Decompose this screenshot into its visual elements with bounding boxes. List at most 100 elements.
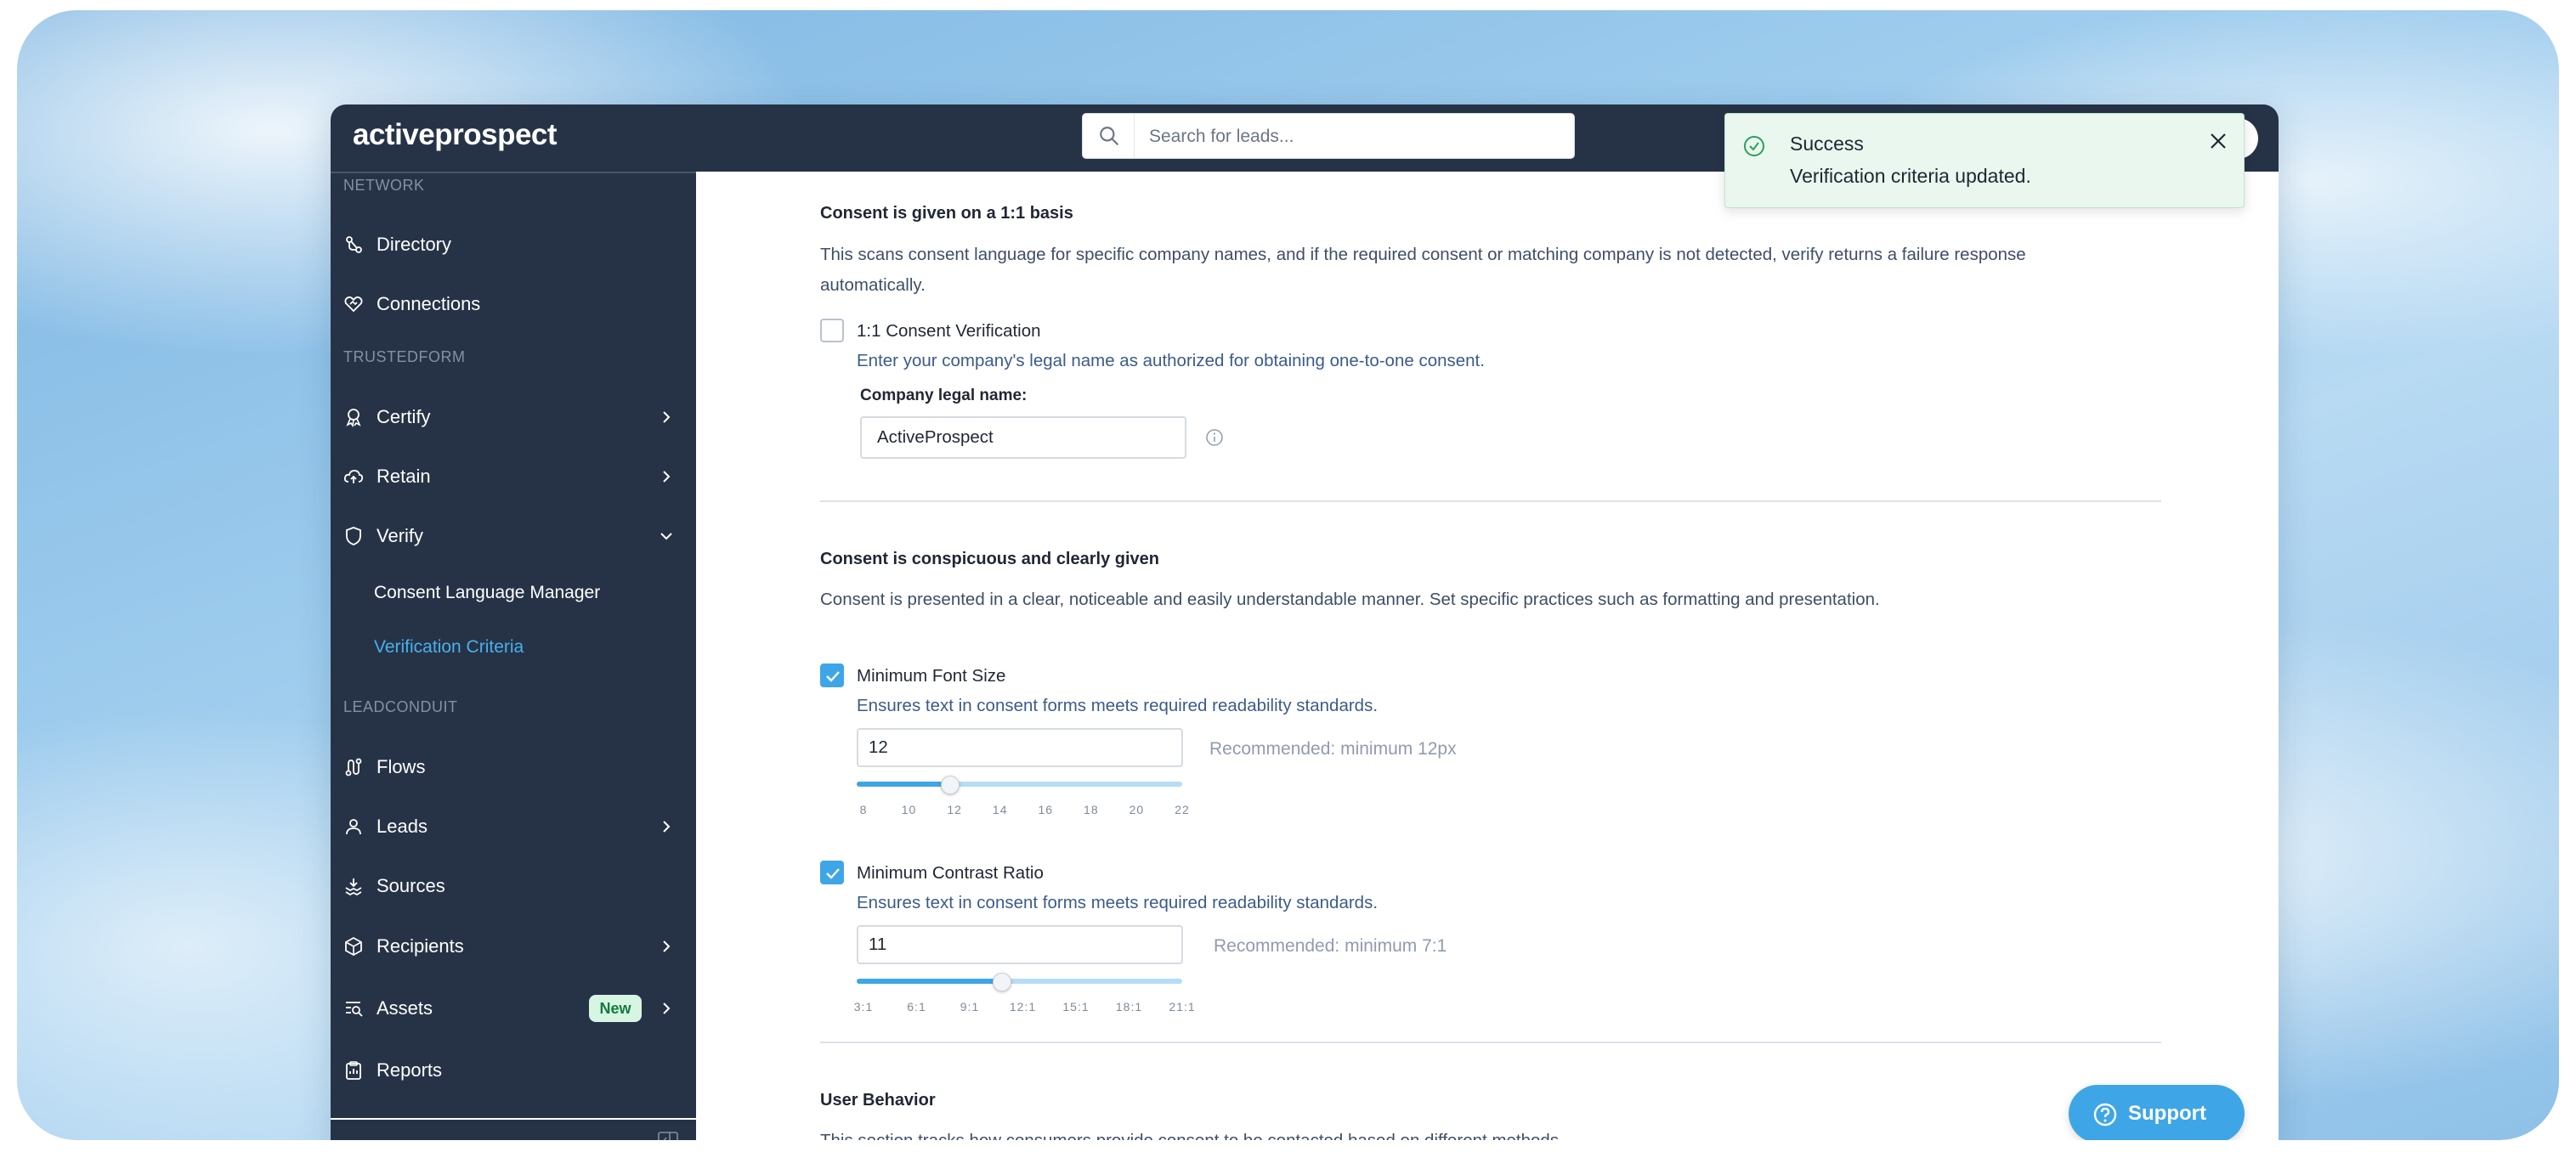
sidebar-item-retain[interactable]: Retain xyxy=(331,455,696,499)
sidebar-item-label: Verify xyxy=(376,525,424,546)
sidebar-item-label: Recipients xyxy=(376,935,464,957)
sidebar-footer-divider xyxy=(331,1118,696,1120)
sources-icon xyxy=(345,878,362,896)
chevron-right-icon xyxy=(663,1002,671,1014)
info-icon[interactable] xyxy=(1205,428,1224,447)
section-header-network: NETWORK xyxy=(343,177,425,194)
sidebar-item-recipients[interactable]: Recipients xyxy=(331,924,696,968)
one-to-one-checkbox[interactable] xyxy=(820,319,844,342)
tick-label: 9:1 xyxy=(960,1000,980,1014)
assets-icon xyxy=(346,1002,363,1017)
search-icon xyxy=(1100,127,1118,145)
sidebar-item-label: Sources xyxy=(376,875,445,896)
section-heading-conspicuous: Consent is conspicuous and clearly given xyxy=(820,550,1159,568)
company-legal-name-input[interactable] xyxy=(860,416,1186,459)
directory-icon xyxy=(346,236,362,253)
tick-label: 20 xyxy=(1129,803,1145,816)
sidebar: NETWORK Directory Connections TRUSTEDFOR… xyxy=(331,172,696,1140)
main-content: Consent is given on a 1:1 basis This sca… xyxy=(696,172,2279,1140)
activeprospect-logo[interactable]: activeprospect xyxy=(353,118,558,152)
minimum-contrast-ratio-checkbox[interactable] xyxy=(820,861,844,884)
minimum-contrast-ratio-input[interactable] xyxy=(857,925,1183,964)
section-description: Consent is presented in a clear, noticea… xyxy=(820,590,1880,609)
section-divider xyxy=(820,1042,2161,1043)
sidebar-item-directory[interactable]: Directory xyxy=(331,223,696,267)
search-box[interactable] xyxy=(1082,113,1575,160)
chevron-down-icon xyxy=(660,533,672,540)
success-toast: Success Verification criteria updated. xyxy=(1724,113,2245,208)
font-size-tick-labels: 8 10 12 14 16 18 20 22 xyxy=(857,803,1197,820)
support-label: Support xyxy=(2128,1102,2206,1125)
tick-label: 18:1 xyxy=(1115,1000,1143,1014)
sidebar-item-leads[interactable]: Leads xyxy=(331,805,696,849)
minimum-contrast-ratio-label: Minimum Contrast Ratio xyxy=(857,863,1044,883)
chevron-right-icon xyxy=(663,940,671,952)
chevron-right-icon xyxy=(663,411,671,423)
tick-label: 16 xyxy=(1038,803,1054,816)
tick-label: 12:1 xyxy=(1009,1000,1037,1014)
checkmark-icon xyxy=(826,671,840,682)
tick-label: 3:1 xyxy=(853,1000,874,1014)
flows-icon xyxy=(345,758,362,776)
verify-icon xyxy=(346,527,361,545)
sidebar-item-label: Flows xyxy=(376,756,426,777)
certify-icon xyxy=(346,409,361,427)
one-to-one-hint: Enter your company's legal name as autho… xyxy=(857,351,1485,370)
section-description: This section tracks how consumers provid… xyxy=(820,1126,2095,1140)
section-divider xyxy=(820,500,2161,502)
search-input[interactable] xyxy=(1147,114,1559,160)
minimum-font-size-checkbox[interactable] xyxy=(820,664,844,687)
font-size-recommendation: Recommended: minimum 12px xyxy=(1209,739,1457,759)
chevron-right-icon xyxy=(663,471,671,483)
tick-label: 8 xyxy=(859,803,868,816)
collapse-sidebar-icon[interactable] xyxy=(658,1132,678,1140)
app-window: activeprospect NETWORK xyxy=(331,104,2279,1140)
tick-label: 10 xyxy=(901,803,917,816)
minimum-font-size-label: Minimum Font Size xyxy=(857,666,1006,686)
leads-icon xyxy=(346,819,361,835)
toast-message: Verification criteria updated. xyxy=(1790,165,2031,187)
sidebar-item-certify[interactable]: Certify xyxy=(331,395,696,439)
slider-fill xyxy=(857,979,1002,984)
minimum-font-size-input[interactable] xyxy=(857,728,1183,767)
close-icon[interactable] xyxy=(2206,129,2230,153)
slider-thumb[interactable] xyxy=(993,973,1012,991)
background-frame: activeprospect NETWORK xyxy=(17,10,2559,1140)
sidebar-item-label: Assets xyxy=(376,997,433,1019)
sidebar-item-connections[interactable]: Connections xyxy=(331,282,696,326)
sidebar-item-label: Leads xyxy=(376,816,427,837)
sidebar-item-reports[interactable]: Reports xyxy=(331,1048,696,1093)
tick-label: 22 xyxy=(1175,803,1190,816)
font-size-slider[interactable] xyxy=(857,773,1182,795)
sidebar-subitem-verification-criteria[interactable]: Verification Criteria xyxy=(374,637,524,658)
recipients-icon xyxy=(345,936,362,957)
slider-thumb[interactable] xyxy=(941,776,960,794)
tick-label: 15:1 xyxy=(1062,1000,1090,1014)
tick-label: 14 xyxy=(992,803,1008,816)
sidebar-item-verify[interactable]: Verify xyxy=(331,514,696,558)
connections-icon xyxy=(344,296,363,313)
section-heading-user-behavior: User Behavior xyxy=(820,1091,936,1110)
one-to-one-checkbox-label: 1:1 Consent Verification xyxy=(857,321,1041,341)
tick-label: 21:1 xyxy=(1169,1000,1196,1014)
sidebar-item-flows[interactable]: Flows xyxy=(331,745,696,789)
sidebar-item-label: Certify xyxy=(376,406,431,427)
section-header-leadconduit: LEADCONDUIT xyxy=(343,698,458,715)
sidebar-item-assets[interactable]: Assets New xyxy=(331,986,696,1031)
check-circle-icon xyxy=(1744,136,1764,156)
new-badge: New xyxy=(589,995,642,1022)
slider-fill xyxy=(857,782,950,787)
tick-label: 18 xyxy=(1084,803,1099,816)
sidebar-subitem-consent-language-manager[interactable]: Consent Language Manager xyxy=(374,583,600,603)
support-button[interactable]: Support xyxy=(2069,1085,2245,1140)
tick-label: 12 xyxy=(947,803,962,816)
minimum-contrast-ratio-hint: Ensures text in consent forms meets requ… xyxy=(857,893,1379,912)
section-description: This scans consent language for specific… xyxy=(820,245,2026,295)
sidebar-item-label: Directory xyxy=(376,234,452,255)
retain-icon xyxy=(343,470,364,483)
reports-icon xyxy=(346,1061,361,1080)
sidebar-item-label: Connections xyxy=(376,293,481,314)
sidebar-item-sources[interactable]: Sources xyxy=(331,864,696,908)
sidebar-item-label: Retain xyxy=(376,466,431,487)
contrast-ratio-slider[interactable] xyxy=(857,970,1182,992)
